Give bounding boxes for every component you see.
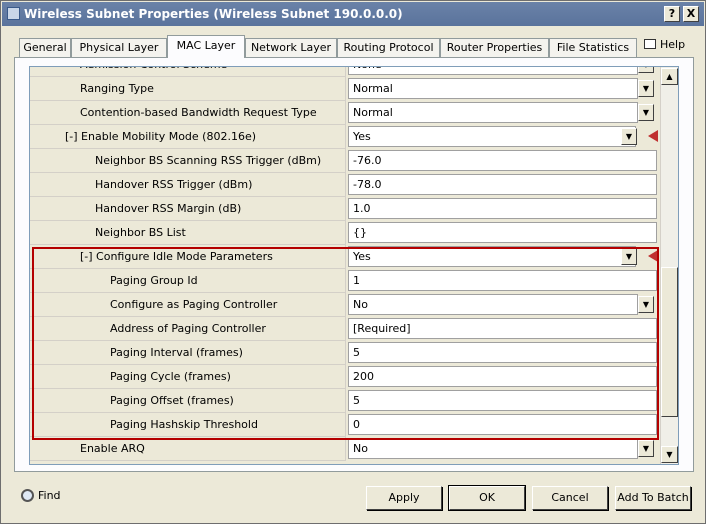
- help-link[interactable]: Help: [644, 38, 685, 51]
- dropdown-arrow-icon[interactable]: ▼: [621, 128, 637, 145]
- property-label: Neighbor BS Scanning RSS Trigger (dBm): [30, 149, 346, 173]
- property-select[interactable]: Yes: [348, 246, 636, 267]
- dropdown-arrow-icon[interactable]: ▼: [638, 67, 654, 73]
- tab-routing-protocol[interactable]: Routing Protocol: [337, 38, 440, 57]
- property-row: Contention-based Bandwidth Request Type N…: [30, 101, 660, 125]
- property-input[interactable]: 5: [348, 390, 657, 411]
- property-select[interactable]: Yes: [348, 126, 636, 147]
- property-input[interactable]: {}: [348, 222, 657, 243]
- book-icon: [644, 39, 656, 49]
- window-title: Wireless Subnet Properties (Wireless Sub…: [24, 7, 403, 21]
- property-label: Handover RSS Margin (dB): [30, 197, 346, 221]
- dropdown-arrow-icon[interactable]: ▼: [638, 296, 654, 313]
- scroll-up-button[interactable]: ▲: [661, 68, 678, 85]
- tab-physical-layer[interactable]: Physical Layer: [71, 38, 167, 57]
- title-bar: Wireless Subnet Properties (Wireless Sub…: [2, 2, 704, 26]
- properties-dialog: Wireless Subnet Properties (Wireless Sub…: [0, 0, 706, 524]
- dropdown-arrow-icon[interactable]: ▼: [638, 440, 654, 457]
- property-row: Neighbor BS List{}: [30, 221, 660, 245]
- promote-attribute-icon[interactable]: [648, 250, 658, 262]
- property-row: [-] Configure Idle Mode Parameters Yes ▼: [30, 245, 660, 269]
- add-to-batch-button[interactable]: Add To Batch: [615, 486, 691, 510]
- find-button[interactable]: Find: [21, 489, 61, 502]
- vertical-scrollbar[interactable]: ▲ ▼: [660, 67, 678, 464]
- property-row: Paging Offset (frames) 5: [30, 389, 660, 413]
- property-row: Handover RSS Margin (dB) 1.0: [30, 197, 660, 221]
- property-grid: Admission Control SchemeNone▼Ranging Typ…: [29, 66, 679, 465]
- dropdown-arrow-icon[interactable]: ▼: [638, 80, 654, 97]
- property-row: Neighbor BS Scanning RSS Trigger (dBm) -7…: [30, 149, 660, 173]
- close-button[interactable]: X: [683, 6, 699, 22]
- tab-mac-layer[interactable]: MAC Layer: [167, 35, 245, 58]
- tab-general[interactable]: General: [19, 38, 71, 57]
- tab-network-layer[interactable]: Network Layer: [245, 38, 337, 57]
- property-label: Paging Offset (frames): [30, 389, 346, 413]
- find-label: Find: [38, 489, 61, 502]
- property-label: Paging Cycle (frames): [30, 365, 346, 389]
- tab-file-statistics[interactable]: File Statistics: [549, 38, 637, 57]
- property-row: Paging Hashskip Threshold 0: [30, 413, 660, 437]
- property-select[interactable]: Normal: [348, 78, 638, 99]
- property-input[interactable]: 5: [348, 342, 657, 363]
- property-input[interactable]: -76.0: [348, 150, 657, 171]
- dropdown-arrow-icon[interactable]: ▼: [621, 248, 637, 265]
- property-label: [-] Configure Idle Mode Parameters: [30, 245, 346, 269]
- property-label: Address of Paging Controller: [30, 317, 346, 341]
- property-label: Admission Control Scheme: [30, 67, 346, 77]
- property-row: Paging Group Id 1: [30, 269, 660, 293]
- magnifier-icon: [21, 489, 34, 502]
- property-input[interactable]: 1: [348, 270, 657, 291]
- dropdown-arrow-icon[interactable]: ▼: [638, 104, 654, 121]
- property-row: Address of Paging Controller [Required]: [30, 317, 660, 341]
- property-row: Paging Interval (frames) 5: [30, 341, 660, 365]
- property-label: Paging Hashskip Threshold: [30, 413, 346, 437]
- ok-button[interactable]: OK: [448, 485, 526, 511]
- apply-button[interactable]: Apply: [366, 486, 442, 510]
- tab-strip: General Physical Layer MAC Layer Network…: [1, 35, 706, 58]
- property-row: Handover RSS Trigger (dBm) -78.0: [30, 173, 660, 197]
- property-label: Contention-based Bandwidth Request Type: [30, 101, 346, 125]
- property-select[interactable]: No: [348, 438, 638, 459]
- property-label: Paging Interval (frames): [30, 341, 346, 365]
- property-row: Admission Control SchemeNone▼: [30, 67, 660, 77]
- property-input[interactable]: 1.0: [348, 198, 657, 219]
- property-row: Paging Cycle (frames) 200: [30, 365, 660, 389]
- property-row: [-] Enable Mobility Mode (802.16e) Yes ▼: [30, 125, 660, 149]
- property-input[interactable]: -78.0: [348, 174, 657, 195]
- property-row: Enable ARQ No ▼: [30, 437, 660, 461]
- property-input[interactable]: [Required]: [348, 318, 657, 339]
- app-icon: [7, 7, 20, 20]
- tab-router-properties[interactable]: Router Properties: [440, 38, 549, 57]
- property-label: Configure as Paging Controller: [30, 293, 346, 317]
- property-label: Enable ARQ: [30, 437, 346, 461]
- property-row: Configure as Paging Controller No ▼: [30, 293, 660, 317]
- property-label: [-] Enable Mobility Mode (802.16e): [30, 125, 346, 149]
- scroll-thumb[interactable]: [661, 267, 678, 417]
- scroll-down-button[interactable]: ▼: [661, 446, 678, 463]
- cancel-button[interactable]: Cancel: [532, 486, 608, 510]
- property-input[interactable]: 200: [348, 366, 657, 387]
- help-label: Help: [660, 38, 686, 51]
- property-label: Neighbor BS List: [30, 221, 346, 245]
- property-select[interactable]: None: [348, 67, 638, 75]
- property-input[interactable]: 0: [348, 414, 657, 435]
- property-label: Ranging Type: [30, 77, 346, 101]
- property-select[interactable]: No: [348, 294, 638, 315]
- help-title-button[interactable]: ?: [664, 6, 680, 22]
- property-select[interactable]: Normal: [348, 102, 638, 123]
- property-label: Paging Group Id: [30, 269, 346, 293]
- property-row: Ranging Type Normal ▼: [30, 77, 660, 101]
- property-label: Handover RSS Trigger (dBm): [30, 173, 346, 197]
- promote-attribute-icon[interactable]: [648, 130, 658, 142]
